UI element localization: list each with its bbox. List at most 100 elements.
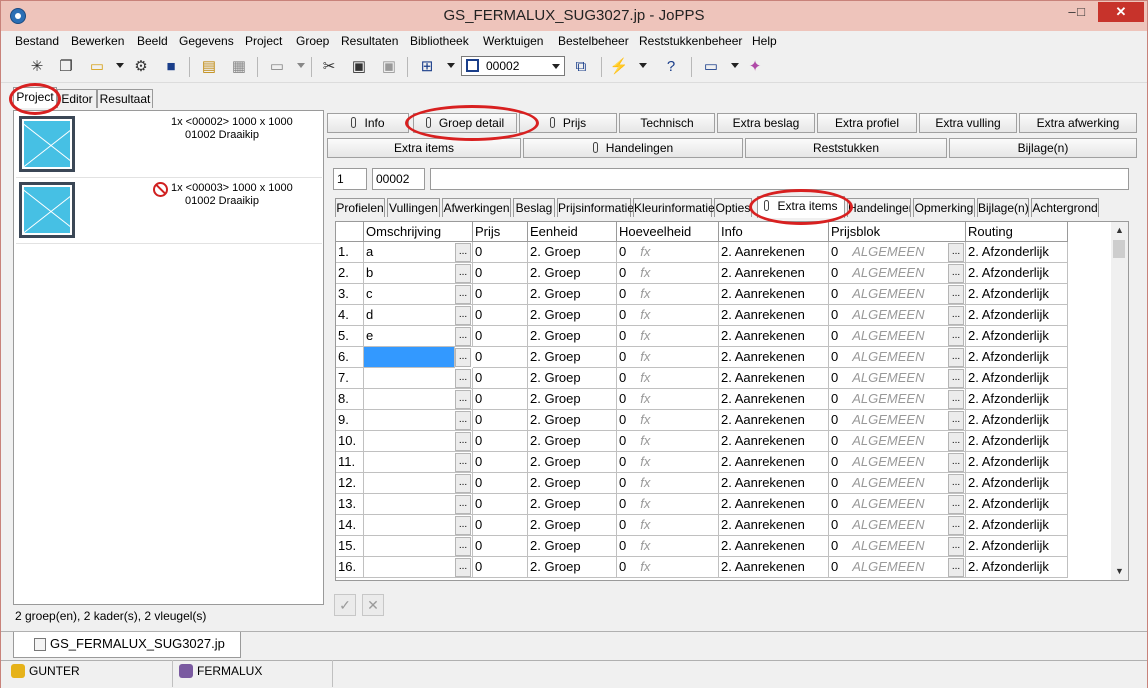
grid-cell-routing[interactable]: 2. Afzonderlijk [966, 242, 1068, 263]
grid-cell-eenheid[interactable]: 2. Groep [528, 515, 617, 536]
ellipsis-button[interactable]: ... [455, 516, 471, 535]
grid-cell-hoeveelheid[interactable]: 0 fx [617, 242, 719, 263]
grid-cell-eenheid[interactable]: 2. Groep [528, 452, 617, 473]
grid-cell-prijs[interactable]: 0 [473, 410, 528, 431]
grid-cell-hoeveelheid[interactable]: 0 fx [617, 494, 719, 515]
project-item[interactable]: 1x <00003> 1000 x 1000 01002 Draaikip [16, 179, 322, 244]
grid-cell-routing[interactable]: 2. Afzonderlijk [966, 263, 1068, 284]
tab-handelingen[interactable]: Handelingen [847, 198, 911, 217]
grid-cell-info[interactable]: 2. Aanrekenen [719, 347, 829, 368]
tab-kleurinformatie[interactable]: Kleurinformatie [633, 198, 715, 217]
grid-scrollbar[interactable]: ▲ ▼ [1111, 222, 1128, 580]
grid-cell-hoeveelheid[interactable]: 0 fx [617, 284, 719, 305]
grid-header-omschrijving[interactable]: Omschrijving [364, 222, 473, 242]
grid-cell-info[interactable]: 2. Aanrekenen [719, 242, 829, 263]
tab-resultaat[interactable]: Resultaat [97, 89, 153, 108]
ellipsis-button[interactable]: ... [948, 411, 964, 430]
project-item[interactable]: 1x <00002> 1000 x 1000 01002 Draaikip [16, 113, 322, 178]
grid-cell-hoeveelheid[interactable]: 0 fx [617, 431, 719, 452]
grid-cell-prijs[interactable]: 0 [473, 284, 528, 305]
grid-cell-prijsblok[interactable]: 0 ALGEMEEN [829, 305, 966, 326]
close-button[interactable]: ✕ [1098, 2, 1144, 22]
prijs-button[interactable]: Prijs [519, 113, 617, 133]
grid-cell-routing[interactable]: 2. Afzonderlijk [966, 326, 1068, 347]
ellipsis-button[interactable]: ... [455, 306, 471, 325]
grid-cell-prijs[interactable]: 0 [473, 557, 528, 578]
tab-bijlagen[interactable]: Bijlage(n) [977, 198, 1029, 217]
ellipsis-button[interactable]: ... [455, 348, 471, 367]
grid-cell-routing[interactable]: 2. Afzonderlijk [966, 431, 1068, 452]
ellipsis-button[interactable]: ... [455, 432, 471, 451]
ellipsis-button[interactable]: ... [455, 474, 471, 493]
grid-header-routing[interactable]: Routing [966, 222, 1068, 242]
multi-frame-icon[interactable]: ⧉ [571, 57, 591, 77]
info-button[interactable]: Info [327, 113, 409, 133]
grid-cell-prijsblok[interactable]: 0 ALGEMEEN [829, 326, 966, 347]
ellipsis-button[interactable]: ... [948, 537, 964, 556]
database-help-icon[interactable]: ? [661, 57, 681, 77]
grid-cell-prijsblok[interactable]: 0 ALGEMEEN [829, 347, 966, 368]
ellipsis-button[interactable]: ... [948, 495, 964, 514]
grid-header-prijs[interactable]: Prijs [473, 222, 528, 242]
chevron-down-icon[interactable] [447, 63, 455, 68]
document-tab[interactable]: GS_FERMALUX_SUG3027.jp [13, 632, 241, 658]
extra-afwerking-button[interactable]: Extra afwerking [1019, 113, 1137, 133]
ellipsis-button[interactable]: ... [455, 558, 471, 577]
print-icon[interactable]: ▭ [267, 57, 287, 77]
grid-cell-prijs[interactable]: 0 [473, 431, 528, 452]
lightning-icon[interactable]: ⚡ [609, 57, 629, 77]
menu-bewerken[interactable]: Bewerken [71, 34, 124, 48]
grid-cell-routing[interactable]: 2. Afzonderlijk [966, 305, 1068, 326]
open-folder-icon[interactable]: ▭ [87, 57, 107, 77]
menu-groep[interactable]: Groep [296, 34, 329, 48]
grid-cell-eenheid[interactable]: 2. Groep [528, 431, 617, 452]
grid-cell-prijs[interactable]: 0 [473, 473, 528, 494]
grid-cell-hoeveelheid[interactable]: 0 fx [617, 536, 719, 557]
grid-cell-info[interactable]: 2. Aanrekenen [719, 410, 829, 431]
grid-cell-routing[interactable]: 2. Afzonderlijk [966, 494, 1068, 515]
grid-cell-eenheid[interactable]: 2. Groep [528, 536, 617, 557]
grid-cell-info[interactable]: 2. Aanrekenen [719, 557, 829, 578]
ellipsis-button[interactable]: ... [455, 411, 471, 430]
grid-cell-info[interactable]: 2. Aanrekenen [719, 263, 829, 284]
scroll-up-icon[interactable]: ▲ [1111, 222, 1128, 239]
grid-cell-hoeveelheid[interactable]: 0 fx [617, 452, 719, 473]
ellipsis-button[interactable]: ... [948, 306, 964, 325]
grid-cell-hoeveelheid[interactable]: 0 fx [617, 473, 719, 494]
grid-cell-prijs[interactable]: 0 [473, 515, 528, 536]
tab-editor[interactable]: Editor [57, 89, 97, 108]
grid-cell-prijs[interactable]: 0 [473, 494, 528, 515]
handelingen-button[interactable]: Handelingen [523, 138, 743, 158]
bijlagen-button[interactable]: Bijlage(n) [949, 138, 1137, 158]
grid-cell-info[interactable]: 2. Aanrekenen [719, 305, 829, 326]
tab-achtergrond[interactable]: Achtergrond [1031, 198, 1099, 217]
grid-cell-info[interactable]: 2. Aanrekenen [719, 452, 829, 473]
extra-beslag-button[interactable]: Extra beslag [717, 113, 815, 133]
grid-cell-prijsblok[interactable]: 0 ALGEMEEN [829, 389, 966, 410]
ellipsis-button[interactable]: ... [455, 453, 471, 472]
grid-cell-eenheid[interactable]: 2. Groep [528, 242, 617, 263]
grid-cell-routing[interactable]: 2. Afzonderlijk [966, 557, 1068, 578]
grid-cell-info[interactable]: 2. Aanrekenen [719, 284, 829, 305]
tab-prijsinformatie[interactable]: Prijsinformatie [557, 198, 634, 217]
grid-cell-eenheid[interactable]: 2. Groep [528, 473, 617, 494]
grid-header-prijsblok[interactable]: Prijsblok [829, 222, 966, 242]
grid-cell-prijs[interactable]: 0 [473, 305, 528, 326]
ellipsis-button[interactable]: ... [948, 327, 964, 346]
grid-cell-prijs[interactable]: 0 [473, 389, 528, 410]
grid-cell-hoeveelheid[interactable]: 0 fx [617, 305, 719, 326]
grid-cell-eenheid[interactable]: 2. Groep [528, 305, 617, 326]
grid-cell-routing[interactable]: 2. Afzonderlijk [966, 515, 1068, 536]
grid-cell-eenheid[interactable]: 2. Groep [528, 410, 617, 431]
grid-cell-hoeveelheid[interactable]: 0 fx [617, 410, 719, 431]
menu-help[interactable]: Help [752, 34, 777, 48]
grid-cell-prijsblok[interactable]: 0 ALGEMEEN [829, 368, 966, 389]
extra-vulling-button[interactable]: Extra vulling [919, 113, 1017, 133]
ellipsis-button[interactable]: ... [455, 369, 471, 388]
ellipsis-button[interactable]: ... [948, 348, 964, 367]
grid-cell-eenheid[interactable]: 2. Groep [528, 284, 617, 305]
print-preview-icon[interactable]: ▤ [199, 57, 219, 77]
grid-cell-eenheid[interactable]: 2. Groep [528, 494, 617, 515]
ellipsis-button[interactable]: ... [948, 474, 964, 493]
paste-icon[interactable]: ▣ [349, 57, 369, 77]
